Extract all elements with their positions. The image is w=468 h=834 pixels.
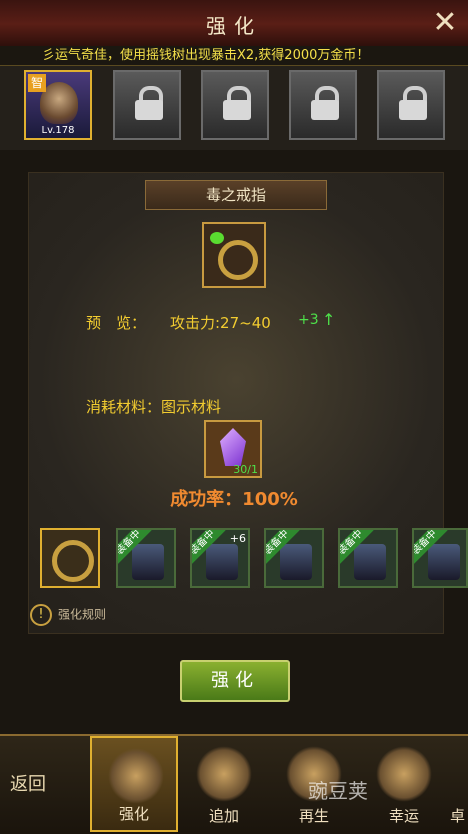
tab-append[interactable]: 追加 xyxy=(180,736,268,832)
upgrade-level: +6 xyxy=(229,532,246,545)
equipment-slot-5[interactable]: 装备中 xyxy=(338,528,398,588)
material-slot[interactable]: 30/1 xyxy=(204,420,262,478)
tab-label: 强化 xyxy=(118,805,149,823)
item-slot[interactable] xyxy=(202,222,266,288)
armor-icon xyxy=(206,544,238,580)
hero-slot-locked-5[interactable] xyxy=(377,70,445,140)
arrow-up-icon: ↑ xyxy=(322,310,336,329)
back-button[interactable]: 返回 xyxy=(10,770,46,796)
gloves-icon xyxy=(132,544,164,580)
tab-luck[interactable]: 幸运 xyxy=(360,736,448,832)
header-bar: 强化 ✕ xyxy=(0,0,468,49)
class-badge: 智 xyxy=(28,74,46,92)
lock-icon xyxy=(135,86,163,120)
material-label: 消耗材料：图示材料 xyxy=(86,398,222,416)
equipment-slot-2[interactable]: 装备中 xyxy=(116,528,176,588)
gem-icon xyxy=(376,746,432,802)
success-rate: 成功率：100% xyxy=(170,489,298,510)
material-count: 30/1 xyxy=(233,463,258,476)
hero-slot-locked-4[interactable] xyxy=(289,70,357,140)
tab-more[interactable]: 卓 xyxy=(450,736,468,832)
tab-label: 追加 xyxy=(208,807,239,825)
tab-label: 幸运 xyxy=(388,807,419,825)
stat-bonus: +3 xyxy=(298,312,319,328)
preview-label: 预 览： xyxy=(86,314,147,332)
rules-link[interactable]: ! 强化规则 xyxy=(30,604,106,626)
gem-icon xyxy=(210,232,224,244)
page-title: 强化 xyxy=(206,14,262,38)
lock-icon xyxy=(311,86,339,120)
axe-icon xyxy=(108,748,164,804)
exclamation-icon: ! xyxy=(30,604,52,626)
item-name: 毒之戒指 xyxy=(145,180,327,210)
equipment-slot-1[interactable] xyxy=(40,528,100,588)
hero-selector: 智 Lv.178 xyxy=(0,66,468,150)
tab-label: 再生 xyxy=(298,807,329,825)
watermark: 豌豆荚 xyxy=(308,779,368,803)
equipment-slot-4[interactable]: 装备中 xyxy=(264,528,324,588)
hero-slot-locked-2[interactable] xyxy=(113,70,181,140)
cloak-icon xyxy=(354,544,386,580)
tab-enhance[interactable]: 强化 xyxy=(90,736,178,832)
ring-icon xyxy=(52,540,94,582)
preview-stat: 攻击力:27~40 xyxy=(170,314,271,332)
hero-slot-locked-3[interactable] xyxy=(201,70,269,140)
lock-icon xyxy=(223,86,251,120)
equipment-slot-3[interactable]: 装备中 +6 xyxy=(190,528,250,588)
ring-icon xyxy=(218,240,258,280)
announcement-ticker: 彡运气奇佳，使用摇钱树出现暴击X2,获得2000万金币！ xyxy=(0,46,468,66)
crystal-icon xyxy=(220,428,246,466)
hero-slot-1[interactable]: 智 Lv.178 xyxy=(24,70,92,140)
helmet-icon xyxy=(280,544,312,580)
sword-icon xyxy=(196,746,252,802)
equipment-slot-6[interactable]: 装备中 xyxy=(412,528,468,588)
enhance-button[interactable]: 强化 xyxy=(180,660,290,702)
rules-label: 强化规则 xyxy=(58,607,107,622)
lock-icon xyxy=(399,86,427,120)
close-icon[interactable]: ✕ xyxy=(430,8,460,38)
weapon-icon xyxy=(428,544,460,580)
tab-label: 卓 xyxy=(450,807,466,825)
hero-level: Lv.178 xyxy=(41,125,75,136)
